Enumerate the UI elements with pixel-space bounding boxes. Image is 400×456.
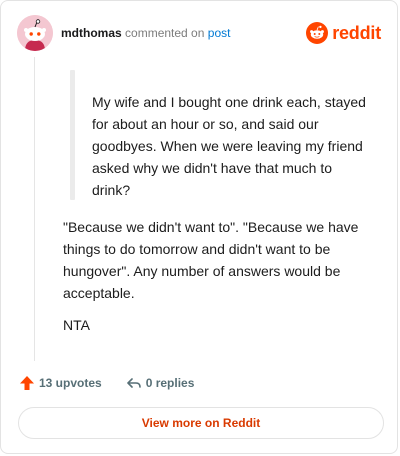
thread-line xyxy=(34,57,35,361)
comment-paragraph: "Because we didn't want to". "Because we… xyxy=(63,219,359,301)
upvote-count: 13 upvotes xyxy=(39,376,102,390)
brand-wordmark: reddit xyxy=(332,23,381,43)
comment-header: mdthomas commented on post reddit xyxy=(17,15,381,51)
comment-embed-card: mdthomas commented on post reddit My wif… xyxy=(0,0,398,454)
snoo-avatar-icon[interactable] xyxy=(17,15,53,51)
quoted-text: My wife and I bought one drink each, sta… xyxy=(92,94,366,198)
username-link[interactable]: mdthomas xyxy=(61,26,122,40)
comment-byline: mdthomas commented on post xyxy=(61,26,230,40)
reply-button[interactable]: 0 replies xyxy=(126,375,195,391)
post-link[interactable]: post xyxy=(208,26,231,40)
upvote-button[interactable]: 13 upvotes xyxy=(19,375,102,391)
reply-arrow-icon xyxy=(126,378,141,388)
reply-count: 0 replies xyxy=(145,376,195,390)
reddit-logo-icon xyxy=(306,22,329,44)
reddit-brand[interactable]: reddit xyxy=(306,22,381,44)
view-more-button[interactable]: View more on Reddit xyxy=(18,407,384,439)
comment-actions: 13 upvotes 0 replies xyxy=(19,373,194,393)
action-text: commented on xyxy=(125,26,205,40)
comment-paragraph: NTA xyxy=(63,317,90,333)
blockquote-bar xyxy=(70,70,75,200)
upvote-arrow-icon xyxy=(20,376,34,390)
